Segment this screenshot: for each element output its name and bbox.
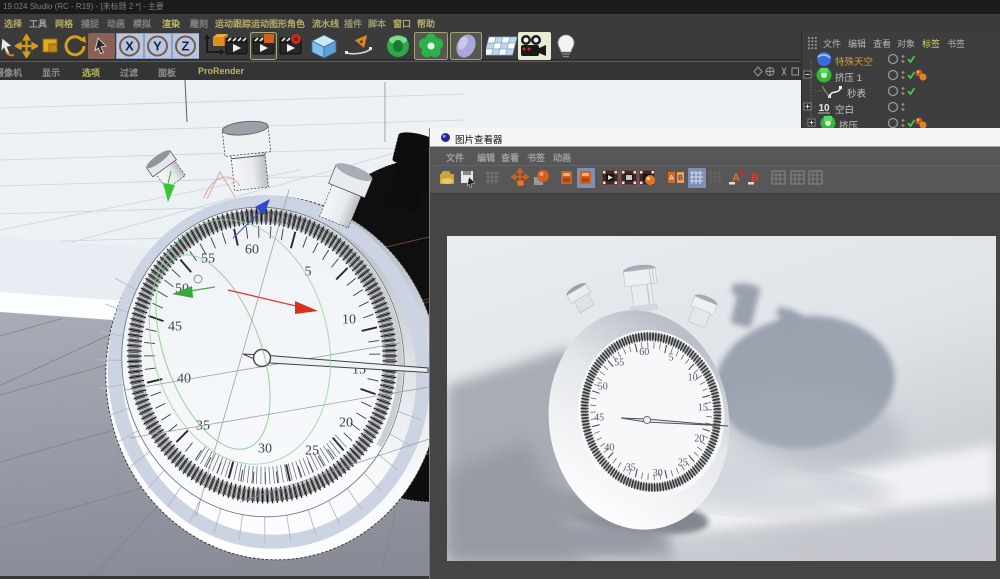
svg-text:20: 20 (694, 433, 704, 444)
svg-text:10: 10 (342, 313, 356, 328)
svg-text:25: 25 (305, 444, 319, 459)
svg-text:60: 60 (245, 243, 259, 258)
svg-text:30: 30 (653, 468, 663, 479)
svg-text:Z: Z (182, 39, 190, 54)
svg-text:15: 15 (698, 402, 708, 413)
svg-text:10: 10 (688, 373, 698, 384)
svg-text:40: 40 (604, 442, 614, 453)
svg-text:B: B (678, 175, 683, 182)
svg-text:50: 50 (598, 382, 608, 393)
svg-text:A: A (669, 175, 674, 182)
svg-text:35: 35 (626, 463, 636, 474)
svg-text:45: 45 (594, 413, 604, 424)
svg-text:30: 30 (258, 442, 272, 457)
svg-text:25: 25 (678, 457, 688, 468)
svg-text:55: 55 (614, 358, 624, 369)
svg-text:60: 60 (639, 347, 649, 358)
svg-text:5: 5 (669, 352, 674, 363)
svg-text:Y: Y (153, 39, 162, 54)
svg-text:20: 20 (339, 416, 353, 431)
svg-text:X: X (125, 39, 134, 54)
svg-text:10: 10 (818, 103, 830, 114)
svg-text:45: 45 (168, 320, 182, 335)
